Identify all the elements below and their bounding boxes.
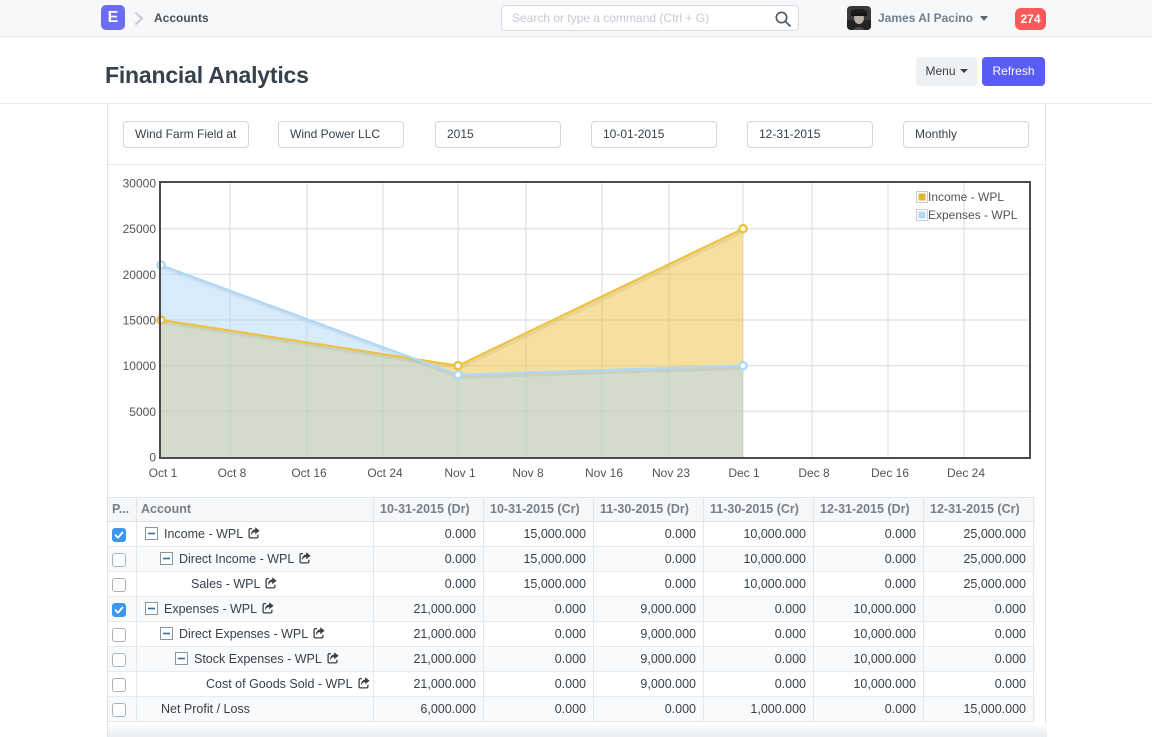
svg-text:Oct 16: Oct 16: [291, 466, 327, 480]
svg-text:25000: 25000: [123, 222, 157, 236]
svg-text:15000: 15000: [123, 314, 157, 328]
svg-text:Nov 1: Nov 1: [444, 466, 476, 480]
svg-text:10000: 10000: [123, 359, 157, 373]
svg-text:Dec 1: Dec 1: [728, 466, 760, 480]
svg-text:Nov 16: Nov 16: [585, 466, 623, 480]
svg-text:Dec 8: Dec 8: [798, 466, 830, 480]
svg-text:Nov 8: Nov 8: [512, 466, 544, 480]
svg-text:Oct 1: Oct 1: [149, 466, 178, 480]
svg-text:Oct 8: Oct 8: [218, 466, 247, 480]
svg-text:Dec 24: Dec 24: [947, 466, 985, 480]
svg-text:Dec 16: Dec 16: [871, 466, 909, 480]
svg-text:20000: 20000: [123, 268, 157, 282]
svg-text:5000: 5000: [129, 405, 156, 419]
svg-text:Oct 24: Oct 24: [367, 466, 403, 480]
svg-text:0: 0: [149, 451, 156, 465]
svg-text:30000: 30000: [123, 177, 157, 191]
svg-text:Nov 23: Nov 23: [652, 466, 690, 480]
